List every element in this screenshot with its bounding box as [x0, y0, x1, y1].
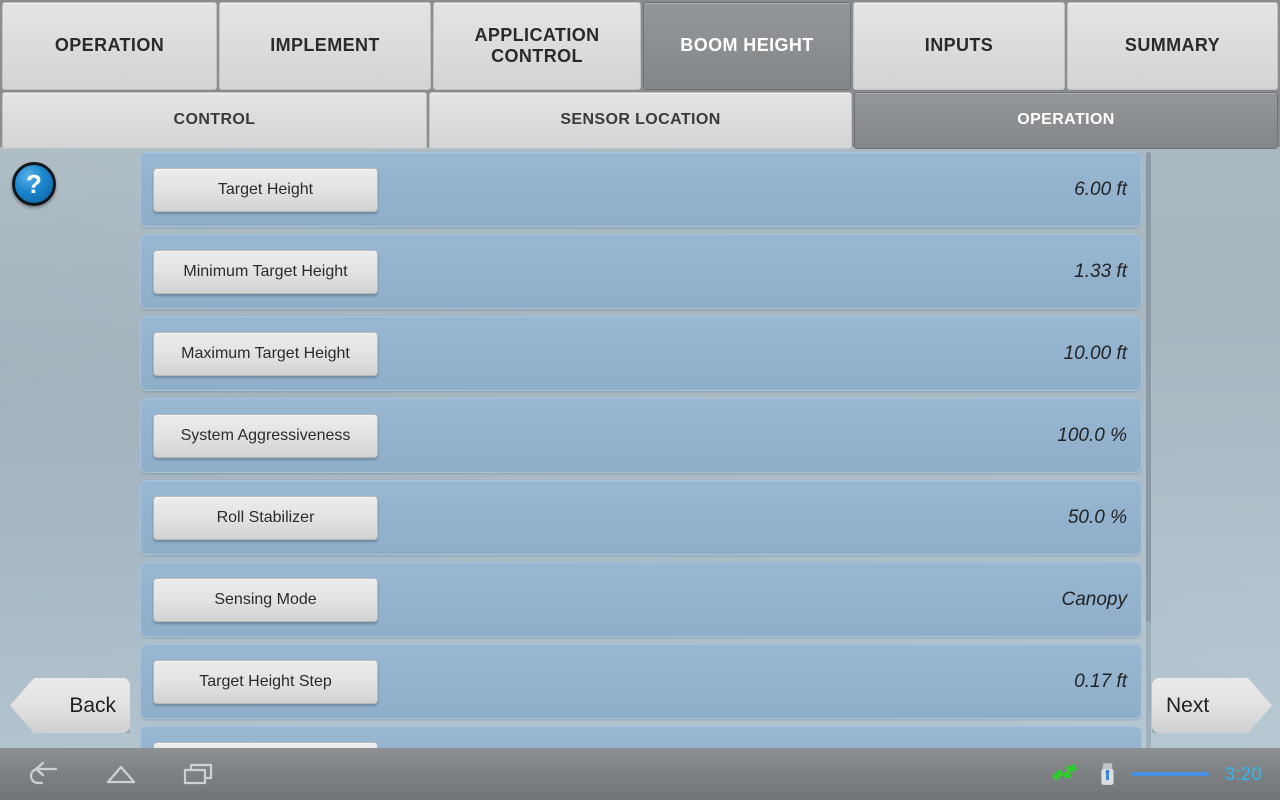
- tab-implement-label: IMPLEMENT: [270, 35, 380, 56]
- settings-list-inner: Target Height 6.00 ft Minimum Target Hei…: [140, 152, 1142, 750]
- android-system-bar: 3:20: [0, 748, 1280, 800]
- table-row[interactable]: [140, 726, 1142, 750]
- row-value: 100.0 %: [1057, 424, 1127, 446]
- tab-boom-height[interactable]: BOOM HEIGHT: [643, 2, 851, 90]
- primary-tab-row: OPERATION IMPLEMENT APPLICATION CONTROL …: [2, 2, 1278, 90]
- tab-operation-label: OPERATION: [54, 35, 165, 56]
- next-button[interactable]: Next: [1152, 678, 1272, 733]
- row-value: 50.0 %: [1067, 506, 1127, 528]
- help-question-icon[interactable]: ?: [12, 162, 56, 206]
- scrollbar-thumb[interactable]: [1146, 152, 1151, 622]
- row-value: 0.17 ft: [1074, 670, 1127, 692]
- table-row[interactable]: Target Height Step 0.17 ft: [140, 644, 1142, 719]
- subtab-control-label: CONTROL: [173, 111, 256, 129]
- subtab-sensor-location-label: SENSOR LOCATION: [560, 111, 721, 129]
- hamburger-menu-icon[interactable]: [1130, 769, 1209, 779]
- row-value: 10.00 ft: [1063, 342, 1127, 364]
- row-label-text: Sensing Mode: [214, 590, 317, 608]
- table-row[interactable]: Minimum Target Height 1.33 ft: [140, 234, 1142, 309]
- menu-bar-2: [1156, 772, 1183, 776]
- menu-bar-1: [1130, 772, 1157, 776]
- row-label-button[interactable]: Sensing Mode: [153, 577, 378, 622]
- tab-application-control[interactable]: APPLICATION CONTROL: [433, 2, 641, 90]
- row-label-text: Target Height: [217, 180, 314, 198]
- android-back-icon[interactable]: [26, 760, 60, 788]
- tab-implement[interactable]: IMPLEMENT: [219, 2, 431, 90]
- usb-drive-icon[interactable]: [1100, 762, 1115, 787]
- android-recents-icon[interactable]: [182, 760, 216, 788]
- subtab-operation[interactable]: OPERATION: [854, 92, 1278, 149]
- row-value: 6.00 ft: [1074, 178, 1127, 200]
- tab-operation[interactable]: OPERATION: [2, 2, 217, 90]
- row-label-text: Maximum Target Height: [181, 344, 350, 362]
- tab-application-control-label: APPLICATION CONTROL: [474, 24, 600, 66]
- row-value: Canopy: [1061, 588, 1128, 610]
- row-label-button[interactable]: Target Height Step: [153, 659, 378, 704]
- row-label-text: Target Height Step: [199, 672, 332, 690]
- next-button-label: Next: [1166, 693, 1210, 717]
- row-label-button[interactable]: Maximum Target Height: [153, 331, 378, 376]
- satellite-gps-icon[interactable]: [1050, 763, 1084, 785]
- table-row[interactable]: Roll Stabilizer 50.0 %: [140, 480, 1142, 555]
- table-row[interactable]: Sensing Mode Canopy: [140, 562, 1142, 637]
- scrollbar-track[interactable]: [1146, 152, 1151, 750]
- back-button-label: Back: [69, 693, 116, 717]
- back-button[interactable]: Back: [10, 678, 130, 733]
- menu-bar-3: [1182, 772, 1209, 776]
- settings-list: Target Height 6.00 ft Minimum Target Hei…: [140, 152, 1142, 750]
- tab-bar: OPERATION IMPLEMENT APPLICATION CONTROL …: [0, 0, 1280, 149]
- row-label-button[interactable]: System Aggressiveness: [153, 413, 378, 458]
- row-label-button[interactable]: Minimum Target Height: [153, 249, 378, 294]
- secondary-tab-row: CONTROL SENSOR LOCATION OPERATION: [2, 92, 1278, 149]
- tab-summary[interactable]: SUMMARY: [1067, 2, 1278, 90]
- tab-inputs-label: INPUTS: [924, 35, 994, 56]
- row-label-text: Minimum Target Height: [183, 262, 348, 280]
- row-label-text: System Aggressiveness: [180, 426, 351, 444]
- table-row[interactable]: Maximum Target Height 10.00 ft: [140, 316, 1142, 391]
- row-label-button[interactable]: Target Height: [153, 167, 378, 212]
- tab-inputs[interactable]: INPUTS: [853, 2, 1065, 90]
- subtab-control[interactable]: CONTROL: [2, 92, 427, 149]
- subtab-sensor-location[interactable]: SENSOR LOCATION: [429, 92, 852, 149]
- help-glyph: ?: [26, 168, 42, 199]
- subtab-operation-label: OPERATION: [1017, 111, 1115, 129]
- android-status-group: 3:20: [1050, 762, 1280, 787]
- tab-boom-height-label: BOOM HEIGHT: [680, 35, 814, 56]
- status-clock: 3:20: [1224, 763, 1262, 784]
- row-label-button[interactable]: Roll Stabilizer: [153, 495, 378, 540]
- table-row[interactable]: Target Height 6.00 ft: [140, 152, 1142, 227]
- row-label-text: Roll Stabilizer: [216, 508, 315, 526]
- tab-summary-label: SUMMARY: [1124, 35, 1221, 56]
- android-home-icon[interactable]: [104, 760, 138, 788]
- android-nav-group: [0, 760, 216, 788]
- table-row[interactable]: System Aggressiveness 100.0 %: [140, 398, 1142, 473]
- row-value: 1.33 ft: [1074, 260, 1127, 282]
